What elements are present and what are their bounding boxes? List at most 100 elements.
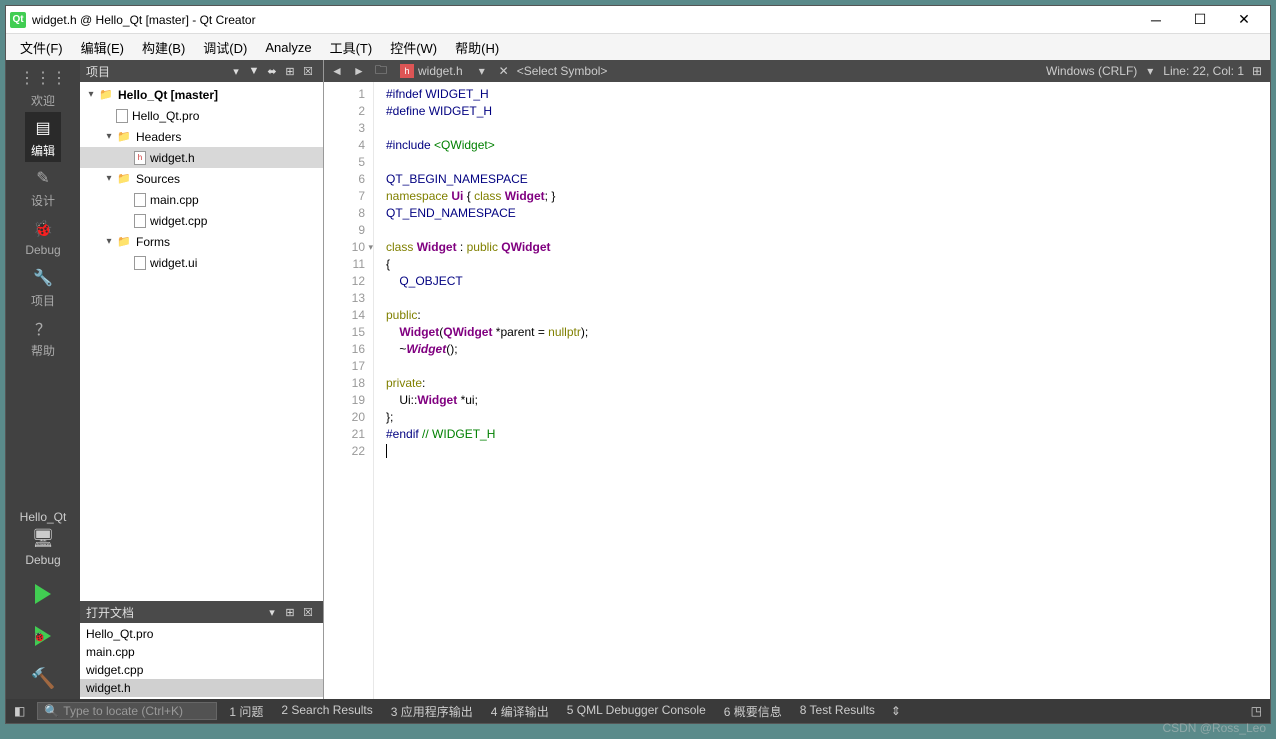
bookmark-icon[interactable]: 🗀 <box>372 61 390 82</box>
menu-item[interactable]: 构建(B) <box>134 34 193 61</box>
split-icon[interactable]: ⊞ <box>281 606 299 619</box>
code-line[interactable]: ~Widget(); <box>386 341 1270 358</box>
open-doc-item[interactable]: Hello_Qt.pro <box>80 625 323 643</box>
open-doc-item[interactable]: widget.h <box>80 679 323 697</box>
tree-item[interactable]: ▾📁Hello_Qt [master] <box>80 84 323 105</box>
mode-帮助[interactable]: ？帮助 <box>25 312 60 362</box>
tree-item[interactable]: hwidget.h <box>80 147 323 168</box>
code-line[interactable]: #define WIDGET_H <box>386 103 1270 120</box>
maximize-button[interactable]: ☐ <box>1178 6 1222 34</box>
code-line[interactable]: Q_OBJECT <box>386 273 1270 290</box>
h-file-icon: h <box>134 151 146 165</box>
file-icon <box>134 256 146 270</box>
mode-欢迎[interactable]: ⋮⋮⋮欢迎 <box>25 62 60 112</box>
close-button[interactable]: ✕ <box>1222 6 1266 34</box>
expand-arrow-icon[interactable]: ▾ <box>102 173 116 184</box>
open-doc-item[interactable]: widget.cpp <box>80 661 323 679</box>
mode-Debug[interactable]: 🐞Debug <box>25 212 60 262</box>
code-line[interactable] <box>386 358 1270 375</box>
tree-item[interactable]: ▾📁Sources <box>80 168 323 189</box>
code-line[interactable] <box>386 290 1270 307</box>
debug-run-button[interactable]: 🐞 <box>6 615 80 657</box>
project-panel-header: 项目 ▾ ▼ ⬌ ⊞ ☒ <box>80 60 323 82</box>
split-editor-icon[interactable]: ⊞ <box>1248 64 1266 78</box>
mode-icon: ⋮⋮⋮ <box>31 66 55 90</box>
code-line[interactable]: public: <box>386 307 1270 324</box>
code-line[interactable] <box>386 154 1270 171</box>
code-line[interactable]: QT_BEGIN_NAMESPACE <box>386 171 1270 188</box>
open-docs-list: Hello_Qt.promain.cppwidget.cppwidget.h <box>80 623 323 699</box>
code-line[interactable]: namespace Ui { class Widget; } <box>386 188 1270 205</box>
output-tab[interactable]: 4 编译输出 <box>487 703 553 720</box>
code-line[interactable] <box>386 443 1270 460</box>
close-tab-icon[interactable]: ✕ <box>495 64 513 78</box>
line-ending-selector[interactable]: Windows (CRLF) <box>1046 64 1137 78</box>
menu-item[interactable]: 帮助(H) <box>447 34 507 61</box>
code-line[interactable]: }; <box>386 409 1270 426</box>
dropdown-icon[interactable]: ▾ <box>227 65 245 78</box>
dropdown-icon[interactable]: ▾ <box>263 606 281 619</box>
code-line[interactable]: Widget(QWidget *parent = nullptr); <box>386 324 1270 341</box>
filter-icon[interactable]: ▼ <box>245 65 263 77</box>
expand-arrow-icon[interactable]: ▾ <box>102 131 116 142</box>
open-doc-item[interactable]: main.cpp <box>80 643 323 661</box>
output-tab[interactable]: 6 概要信息 <box>720 703 786 720</box>
tree-item[interactable]: ▾📁Headers <box>80 126 323 147</box>
menu-item[interactable]: 工具(T) <box>322 34 381 61</box>
code-content[interactable]: #ifndef WIDGET_H#define WIDGET_H #include… <box>374 82 1270 699</box>
dropdown-icon[interactable]: ▾ <box>1141 64 1159 78</box>
code-line[interactable]: private: <box>386 375 1270 392</box>
expand-arrow-icon[interactable]: ▾ <box>102 236 116 247</box>
mode-项目[interactable]: 🔧项目 <box>25 262 60 312</box>
code-line[interactable] <box>386 222 1270 239</box>
code-line[interactable]: class Widget : public QWidget <box>386 239 1270 256</box>
menu-item[interactable]: 文件(F) <box>12 34 71 61</box>
code-line[interactable]: QT_END_NAMESPACE <box>386 205 1270 222</box>
output-tab[interactable]: 2 Search Results <box>277 703 376 720</box>
build-button[interactable]: 🔨 <box>6 657 80 699</box>
mode-icon: ✎ <box>31 166 55 190</box>
output-tab[interactable]: 1 问题 <box>225 703 267 720</box>
code-line[interactable]: Ui::Widget *ui; <box>386 392 1270 409</box>
close-panel-icon[interactable]: ☒ <box>299 606 317 619</box>
side-panel: 项目 ▾ ▼ ⬌ ⊞ ☒ ▾📁Hello_Qt [master]Hello_Qt… <box>80 60 324 699</box>
code-line[interactable]: #include <QWidget> <box>386 137 1270 154</box>
code-line[interactable]: #ifndef WIDGET_H <box>386 86 1270 103</box>
menu-item[interactable]: 编辑(E) <box>73 34 132 61</box>
toggle-sidebar-icon[interactable]: ◧ <box>10 704 29 718</box>
code-line[interactable]: { <box>386 256 1270 273</box>
expand-arrow-icon[interactable]: ▾ <box>84 89 98 100</box>
forward-button[interactable]: ► <box>350 64 368 78</box>
tree-item[interactable]: widget.ui <box>80 252 323 273</box>
mode-编辑[interactable]: ▤编辑 <box>25 112 60 162</box>
tree-item[interactable]: main.cpp <box>80 189 323 210</box>
mode-设计[interactable]: ✎设计 <box>25 162 60 212</box>
back-button[interactable]: ◄ <box>328 64 346 78</box>
run-button[interactable] <box>6 573 80 615</box>
code-line[interactable]: #endif // WIDGET_H <box>386 426 1270 443</box>
symbol-selector[interactable]: <Select Symbol> <box>517 64 608 78</box>
folder-icon: 📁 <box>116 171 132 187</box>
close-panel-icon[interactable]: ☒ <box>299 65 317 78</box>
tree-item[interactable]: Hello_Qt.pro <box>80 105 323 126</box>
link-icon[interactable]: ⬌ <box>263 65 281 78</box>
file-tab[interactable]: h widget.h <box>394 64 469 78</box>
split-icon[interactable]: ⊞ <box>281 65 299 78</box>
cursor-position: Line: 22, Col: 1 <box>1163 64 1244 78</box>
dropdown-icon[interactable]: ▾ <box>473 64 491 78</box>
locator-input[interactable]: 🔍 Type to locate (Ctrl+K) <box>37 702 217 720</box>
progress-icon[interactable]: ◳ <box>1247 704 1266 718</box>
tree-item[interactable]: widget.cpp <box>80 210 323 231</box>
minimize-button[interactable]: ─ <box>1134 6 1178 34</box>
output-tab[interactable]: 3 应用程序输出 <box>387 703 477 720</box>
menu-item[interactable]: 控件(W) <box>382 34 445 61</box>
expand-icon[interactable]: ⇕ <box>887 704 905 718</box>
code-editor[interactable]: 12345678910▾111213141516171819202122 #if… <box>324 82 1270 699</box>
menu-item[interactable]: 调试(D) <box>195 34 255 61</box>
output-tab[interactable]: 8 Test Results <box>796 703 879 720</box>
output-tab[interactable]: 5 QML Debugger Console <box>563 703 710 720</box>
menu-item[interactable]: Analyze <box>257 36 319 59</box>
kit-selector[interactable]: Hello_Qt 🖥 Debug <box>6 504 80 573</box>
code-line[interactable] <box>386 120 1270 137</box>
tree-item[interactable]: ▾📁Forms <box>80 231 323 252</box>
